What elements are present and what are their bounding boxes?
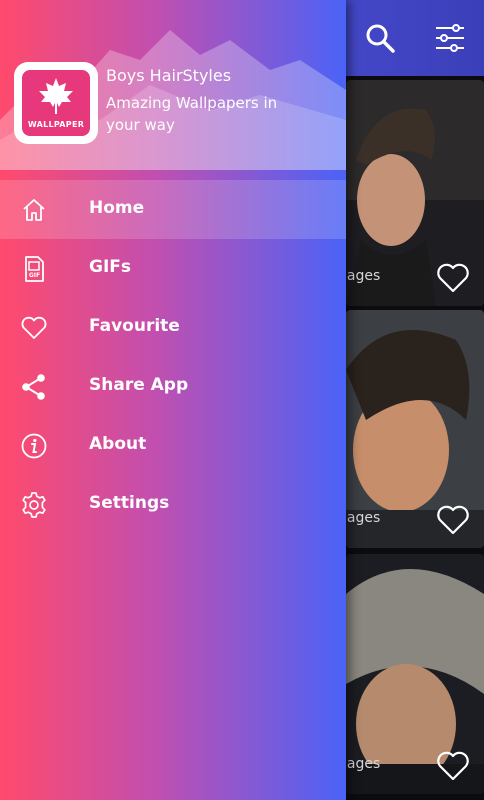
favourite-heart-icon[interactable] (436, 750, 470, 782)
logo-text: WALLPAPER (27, 120, 85, 129)
search-icon[interactable] (362, 20, 398, 56)
menu-item-label: Settings (89, 493, 170, 513)
menu-item-settings[interactable]: Settings (0, 475, 346, 534)
app-tagline: Amazing Wallpapers in your way (106, 94, 278, 134)
home-icon (23, 199, 45, 221)
menu-item-label: About (89, 434, 147, 454)
svg-text:GIF: GIF (29, 272, 40, 279)
card-caption: nages (346, 268, 381, 284)
menu-item-label: Favourite (89, 316, 180, 336)
app-name: Boys HairStyles (106, 66, 232, 85)
menu-item-label: Home (89, 198, 145, 218)
drawer-header: WALLPAPER Boys HairStyles Amazing Wallpa… (0, 0, 346, 170)
info-icon (21, 433, 47, 459)
wallpaper-card[interactable]: nages (346, 310, 484, 548)
menu-item-favourite[interactable]: Favourite (0, 298, 346, 357)
menu-item-label: GIFs (89, 257, 132, 277)
menu-item-gifs[interactable]: GIF GIFs (0, 239, 346, 298)
menu-item-label: Share App (89, 375, 189, 395)
favourite-heart-icon[interactable] (436, 504, 470, 536)
menu-item-home[interactable]: Home (0, 180, 346, 239)
gear-icon (22, 492, 46, 518)
gif-file-icon: GIF (25, 256, 44, 282)
wallpaper-card[interactable]: nages (346, 554, 484, 794)
maple-leaf-icon (39, 78, 73, 114)
drawer-menu: Home GIF GIFs Favourite Share App About … (0, 180, 346, 534)
navigation-drawer: WALLPAPER Boys HairStyles Amazing Wallpa… (0, 0, 346, 800)
app-logo: WALLPAPER (14, 62, 98, 144)
card-caption: nages (346, 756, 381, 772)
share-icon (22, 374, 45, 400)
heart-outline-icon (21, 316, 47, 339)
menu-item-about[interactable]: About (0, 416, 346, 475)
favourite-heart-icon[interactable] (436, 262, 470, 294)
menu-item-share-app[interactable]: Share App (0, 357, 346, 416)
card-caption: nages (346, 510, 381, 526)
wallpaper-card[interactable]: nages (346, 80, 484, 306)
filter-sliders-icon[interactable] (432, 20, 468, 56)
